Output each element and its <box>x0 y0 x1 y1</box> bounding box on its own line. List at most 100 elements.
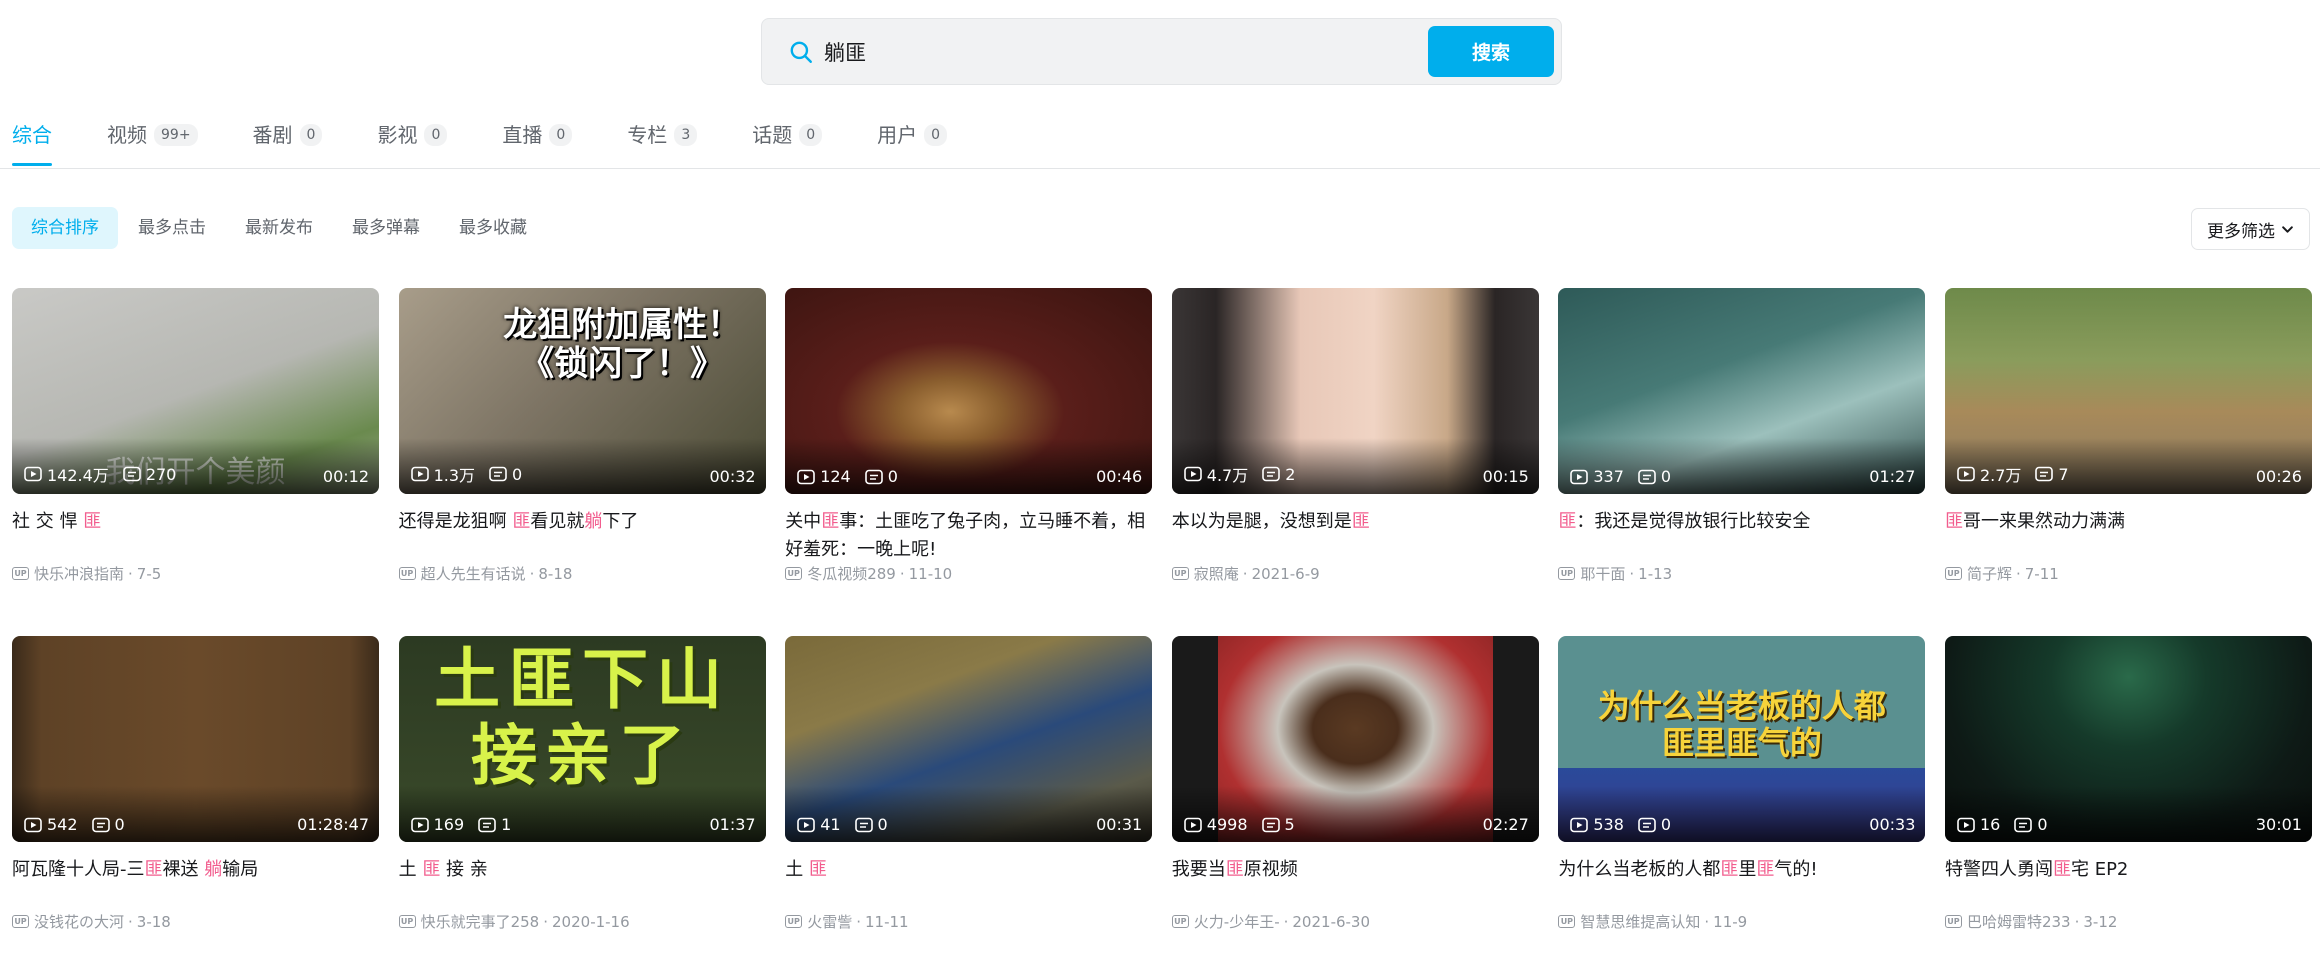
video-thumbnail[interactable]: 337 0 01:27 <box>1558 288 1926 494</box>
title-text: 社 交 悍 <box>12 511 84 532</box>
video-meta: UP 没钱花の大河 · 3-18 <box>12 911 171 932</box>
video-thumbnail[interactable]: 我们开个美颜142.4万27000:12 <box>12 288 379 494</box>
play-count-icon <box>1957 817 1975 832</box>
view-count-value: 16 <box>1979 815 2001 834</box>
danmaku-count: 2 <box>1262 465 1295 484</box>
tab-7[interactable]: 用户 0 <box>877 118 948 168</box>
keyword-highlight: 匪 <box>512 511 531 532</box>
danmaku-count-value: 0 <box>1660 467 1672 486</box>
uploader-name[interactable]: 快乐冲浪指南 <box>34 563 124 584</box>
danmaku-icon <box>864 469 883 484</box>
up-icon: UP <box>1944 915 1962 928</box>
uploader-name[interactable]: 简子辉 <box>1967 563 2012 584</box>
thumbnail-caption: 龙狙附加属性！《锁闪了！》 <box>503 305 742 385</box>
uploader-name[interactable]: 火力-少年王- <box>1194 911 1280 932</box>
meta-separator: · <box>529 564 535 583</box>
title-text: 裸送 <box>162 859 205 880</box>
danmaku-count-value: 2 <box>1285 464 1296 484</box>
tab-1[interactable]: 视频 99+ <box>107 118 198 168</box>
danmaku-icon <box>1638 817 1656 832</box>
video-card: 124 0 00:46 关中匪事：土匪吃了兔子肉，立马睡不着，相好羞死：一晚上呢! UP… <box>785 288 1153 636</box>
uploader-name[interactable]: 寂照庵 <box>1194 563 1239 584</box>
play-count-icon <box>1183 817 1202 832</box>
video-title[interactable]: 还得是龙狙啊 匪看见就躺下了 <box>399 508 766 564</box>
video-thumbnail[interactable]: 4.7万 2 00:15 <box>1171 288 1539 494</box>
video-thumbnail[interactable]: 土匪下山接亲了 169 1 01:37 <box>398 636 766 842</box>
video-thumbnail[interactable]: 2.7万 7 00:26 <box>1944 288 2312 494</box>
title-text: 宅 EP2 <box>2070 859 2129 880</box>
video-card: 4998 5 02:27 我要当匪原视频 UP 火力-少年王- · 2021-6-30 <box>1171 636 1539 961</box>
video-stats: 337 0 <box>1570 467 1685 486</box>
sort-option[interactable]: 综合排序 <box>12 207 118 249</box>
video-duration: 01:27 <box>1869 467 1916 486</box>
tab-6[interactable]: 话题 0 <box>752 118 823 168</box>
meta-separator: · <box>899 564 905 583</box>
play-count-icon <box>1183 466 1202 482</box>
video-title[interactable]: 阿瓦隆十人局-三匪裸送 躺输局 <box>12 856 379 912</box>
tab-4[interactable]: 直播 0 <box>502 118 573 168</box>
view-count-value: 542 <box>47 815 78 834</box>
video-title[interactable]: 匪哥一来果然动力满满 <box>1945 508 2312 564</box>
title-text: 为什么当老板的人都 <box>1558 859 1721 880</box>
search-input[interactable] <box>824 31 1424 73</box>
danmaku-count: 0 <box>1638 467 1671 486</box>
publish-date: 7-11 <box>2024 564 2059 583</box>
video-thumbnail[interactable]: 124 0 00:46 <box>785 288 1153 494</box>
publish-date: 11-9 <box>1713 912 1748 931</box>
view-count-value: 4.7万 <box>1206 466 1249 485</box>
publish-date: 2021-6-9 <box>1251 564 1320 583</box>
danmaku-count: 0 <box>489 465 522 484</box>
sort-option[interactable]: 最多弹幕 <box>333 207 439 249</box>
video-thumbnail[interactable]: 542 0 01:28:47 <box>12 636 379 842</box>
search-button[interactable]: 搜索 <box>1428 26 1554 77</box>
tab-5[interactable]: 专栏 3 <box>627 118 698 168</box>
video-thumbnail[interactable]: 41 0 00:31 <box>785 636 1153 842</box>
up-icon: UP <box>12 567 29 580</box>
video-title[interactable]: 关中匪事：土匪吃了兔子肉，立马睡不着，相好羞死：一晚上呢! <box>785 508 1152 564</box>
uploader-name[interactable]: 快乐就完事了258 <box>421 911 540 932</box>
sort-option[interactable]: 最多收藏 <box>440 207 546 249</box>
keyword-highlight: 匪 <box>2052 859 2071 880</box>
video-title[interactable]: 特警四人勇闯匪宅 EP2 <box>1945 856 2312 912</box>
meta-separator: · <box>1242 564 1248 583</box>
video-title[interactable]: 匪：我还是觉得放银行比较安全 <box>1558 508 1925 564</box>
video-title[interactable]: 为什么当老板的人都匪里匪气的! <box>1558 856 1925 912</box>
uploader-name[interactable]: 超人先生有话说 <box>421 563 526 584</box>
video-title[interactable]: 我要当匪原视频 <box>1172 856 1539 912</box>
video-title[interactable]: 社 交 悍 匪 <box>12 508 379 564</box>
title-text: 哥一来果然动力满满 <box>1962 511 2125 532</box>
uploader-name[interactable]: 没钱花の大河 <box>34 911 124 932</box>
keyword-highlight: 匪 <box>422 859 441 880</box>
meta-separator: · <box>128 912 133 931</box>
view-count-value: 2.7万 <box>1979 466 2022 485</box>
video-thumbnail[interactable]: 为什么当老板的人都匪里匪气的 538 0 00:33 <box>1558 636 1926 842</box>
more-filter-button[interactable]: 更多筛选 <box>2191 208 2310 250</box>
sort-option[interactable]: 最新发布 <box>226 207 332 249</box>
tab-0[interactable]: 综合 <box>12 118 52 168</box>
video-meta: UP 巴哈姆雷特233 · 3-12 <box>1944 911 2117 932</box>
up-icon: UP <box>785 567 803 580</box>
tab-3[interactable]: 影视 0 <box>377 118 448 168</box>
uploader-name[interactable]: 冬瓜视频289 <box>807 563 896 584</box>
tab-label: 影视 <box>377 123 418 147</box>
video-meta: UP 冬瓜视频289 · 11-10 <box>785 563 952 584</box>
video-title[interactable]: 本以为是腿，没想到是匪 <box>1172 508 1539 564</box>
uploader-name[interactable]: 耶干面 <box>1580 563 1625 584</box>
video-card: 4.7万 2 00:15 本以为是腿，没想到是匪 UP 寂照庵 · 2021-6-9 <box>1171 288 1539 636</box>
video-title[interactable]: 土 匪 <box>785 856 1152 912</box>
danmaku-icon <box>854 817 873 832</box>
video-thumbnail[interactable]: 16 0 30:01 <box>1944 636 2312 842</box>
video-thumbnail[interactable]: 4998 5 02:27 <box>1171 636 1539 842</box>
video-grid: 我们开个美颜142.4万27000:12 社 交 悍 匪 UP 快乐冲浪指南 · 7-… <box>12 288 2312 961</box>
video-thumbnail[interactable]: 龙狙附加属性！《锁闪了！》 1.3万 0 00:32 <box>398 288 766 494</box>
uploader-name[interactable]: 智慧思维提高认知 <box>1580 911 1700 932</box>
video-stats: 1.3万 0 <box>410 462 537 486</box>
video-title[interactable]: 土 匪 接 亲 <box>399 856 766 912</box>
uploader-name[interactable]: 巴哈姆雷特233 <box>1967 911 2071 932</box>
uploader-name[interactable]: 火雷訾 <box>807 911 852 932</box>
view-count: 1.3万 <box>410 462 475 486</box>
up-icon: UP <box>12 915 29 928</box>
video-meta: UP 简子辉 · 7-11 <box>1944 563 2059 584</box>
sort-option[interactable]: 最多点击 <box>119 207 225 249</box>
tab-2[interactable]: 番剧 0 <box>253 118 323 168</box>
